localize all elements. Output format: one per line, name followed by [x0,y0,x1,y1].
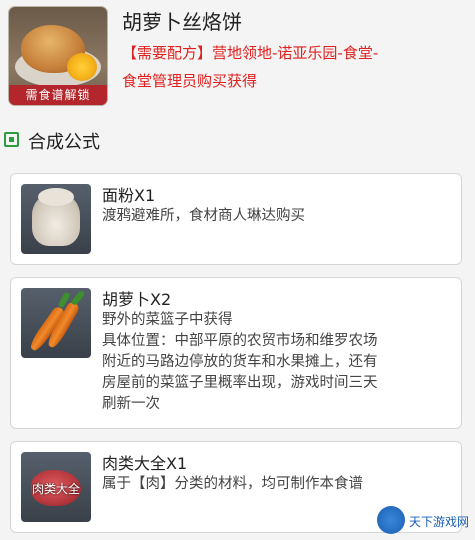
ingredient-card-carrot[interactable]: 胡萝卜X2 野外的菜篮子中获得 具体位置：中部平原的农贸市场和维罗农场 附近的马… [10,277,462,429]
meat-icon: 肉类大全 [21,452,91,522]
flour-sack-icon [21,184,91,254]
green-square-icon [4,132,19,147]
section-title: 合成公式 [28,132,100,153]
recipe-header: 需食谱解锁 胡萝卜丝烙饼 【需要配方】营地领地-诺亚乐园-食堂- 食堂管理员购买… [0,0,475,120]
ingredient-card-flour[interactable]: 面粉X1 渡鸦避难所，食材商人琳达购买 [10,173,462,265]
ingredient-name: 面粉X1 [102,186,156,205]
watermark-text: 天下游戏网 [409,515,470,529]
ingredient-description: 野外的菜篮子中获得 具体位置：中部平原的农贸市场和维罗农场 附近的马路边停放的货… [102,312,378,412]
site-logo-icon [377,506,405,534]
unlock-ribbon: 需食谱解锁 [9,85,107,105]
ingredient-description: 渡鸦避难所，食材商人琳达购买 [102,208,305,224]
ingredient-name: 胡萝卜X2 [102,290,172,309]
carrot-icon [21,288,91,358]
site-watermark: 天下游戏网 [377,506,469,536]
ingredient-name: 肉类大全X1 [102,454,188,473]
bread-pastry-icon: 需食谱解锁 [9,7,107,105]
ingredient-description: 属于【肉】分类的材料，均可制作本食谱 [102,476,363,492]
thumb-label: 肉类大全 [31,482,80,496]
recipe-title: 胡萝卜丝烙饼 [122,10,242,34]
requirement-text-line1: 【需要配方】营地领地-诺亚乐园-食堂- [122,44,379,62]
requirement-text-line2: 食堂管理员购买获得 [122,72,258,90]
